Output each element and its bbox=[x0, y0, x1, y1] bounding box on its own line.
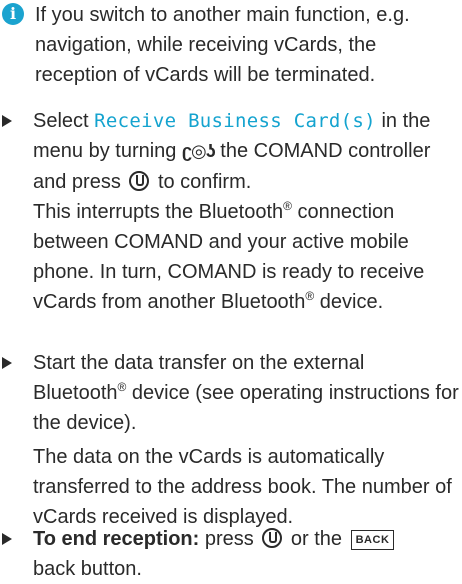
step-result: This interrupts the Bluetooth® connectio… bbox=[33, 199, 425, 313]
info-note: i If you switch to another main function… bbox=[2, 0, 457, 90]
rotary-controller-icon: ʗ◎ʖ bbox=[181, 141, 216, 162]
step-select-receive: Select Receive Business Card(s) in the m… bbox=[0, 106, 460, 317]
step-instruction: Select Receive Business Card(s) in the m… bbox=[33, 110, 431, 193]
step-bullet-icon bbox=[2, 115, 12, 127]
step-instruction: Start the data transfer on the external … bbox=[33, 352, 459, 434]
info-icon: i bbox=[2, 3, 24, 25]
press-controller-icon bbox=[129, 171, 150, 191]
step-bullet-icon bbox=[2, 533, 12, 545]
step-result: The data on the vCards is automatically … bbox=[33, 446, 452, 528]
info-note-text: If you switch to another main function, … bbox=[35, 4, 410, 86]
menu-item-receive-business-cards: Receive Business Card(s) bbox=[94, 110, 376, 132]
back-button-icon: BACK bbox=[350, 530, 395, 550]
step-instruction: To end reception: press or the BACK back … bbox=[0, 524, 460, 584]
manual-page: i If you switch to another main function… bbox=[0, 0, 462, 584]
step-start-transfer: Start the data transfer on the external … bbox=[0, 348, 460, 532]
press-controller-icon bbox=[262, 528, 283, 548]
step-bullet-icon bbox=[2, 357, 12, 369]
step-end-reception: To end reception: press or the BACK back … bbox=[0, 524, 460, 584]
